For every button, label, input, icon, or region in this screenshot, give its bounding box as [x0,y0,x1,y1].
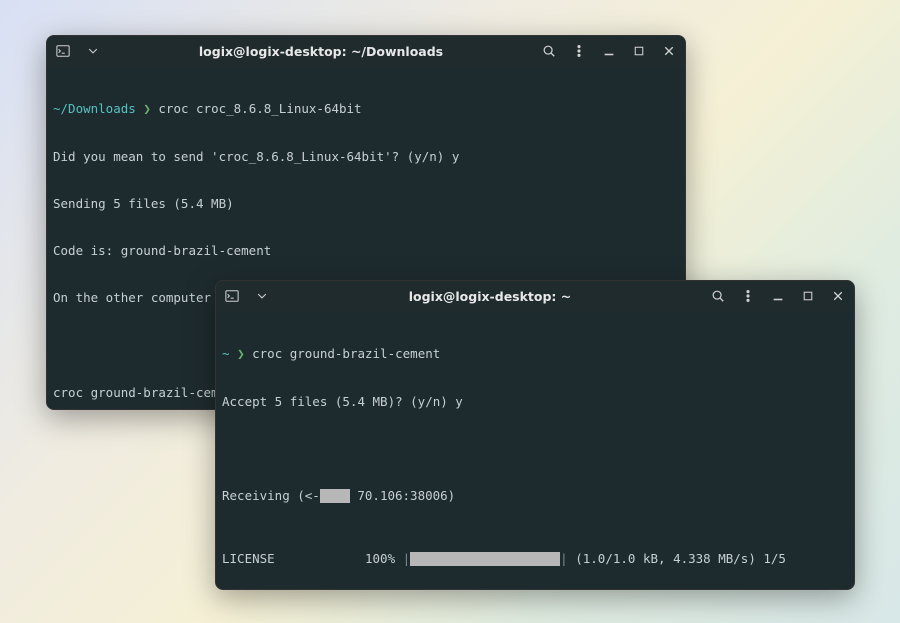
prompt-line: ~ ❯ croc ground-brazil-cement [222,346,848,362]
titlebar[interactable]: logix@logix-desktop: ~ [216,281,854,311]
prompt-symbol: ❯ [237,346,245,362]
progress-bar [410,552,560,566]
prompt-symbol: ❯ [143,101,151,117]
output-line: croc ground-brazil-cement [53,385,241,401]
maximize-icon[interactable] [800,288,816,304]
kebab-menu-icon[interactable] [740,288,756,304]
maximize-icon[interactable] [631,43,647,59]
minimize-icon[interactable] [770,288,786,304]
terminal-body[interactable]: ~ ❯ croc ground-brazil-cement Accept 5 f… [216,311,854,589]
chevron-down-icon[interactable] [85,43,101,59]
redacted-ip [320,489,350,503]
window-title: logix@logix-desktop: ~/Downloads [107,44,535,59]
output-line: On the other computer run [53,290,241,306]
prompt-path: ~/Downloads [53,101,136,117]
search-icon[interactable] [710,288,726,304]
terminal-icon [224,288,240,304]
chevron-down-icon[interactable] [254,288,270,304]
command-text: croc croc_8.6.8_Linux-64bit [158,101,361,117]
output-line: Did you mean to send 'croc_8.6.8_Linux-6… [53,149,459,165]
window-title: logix@logix-desktop: ~ [276,289,704,304]
terminal-window-receiver: logix@logix-desktop: ~ ~ ❯ croc ground-b… [215,280,855,590]
close-icon[interactable] [661,43,677,59]
prompt-line: ~/Downloads ❯ croc croc_8.6.8_Linux-64bi… [53,101,679,117]
terminal-icon [55,43,71,59]
close-icon[interactable] [830,288,846,304]
titlebar[interactable]: logix@logix-desktop: ~/Downloads [47,36,685,66]
prompt-path: ~ [222,346,230,362]
transfer-row: LICENSE 100% || (1.0/1.0 kB, 4.338 MB/s)… [222,551,848,567]
output-line: Accept 5 files (5.4 MB)? (y/n) y [222,394,463,410]
output-line: Sending 5 files (5.4 MB) [53,196,234,212]
search-icon[interactable] [541,43,557,59]
command-text: croc ground-brazil-cement [252,346,440,362]
output-line: Code is: ground-brazil-cement [53,243,271,259]
kebab-menu-icon[interactable] [571,43,587,59]
receiving-line: Receiving (<- 70.106:38006) [222,488,848,504]
minimize-icon[interactable] [601,43,617,59]
